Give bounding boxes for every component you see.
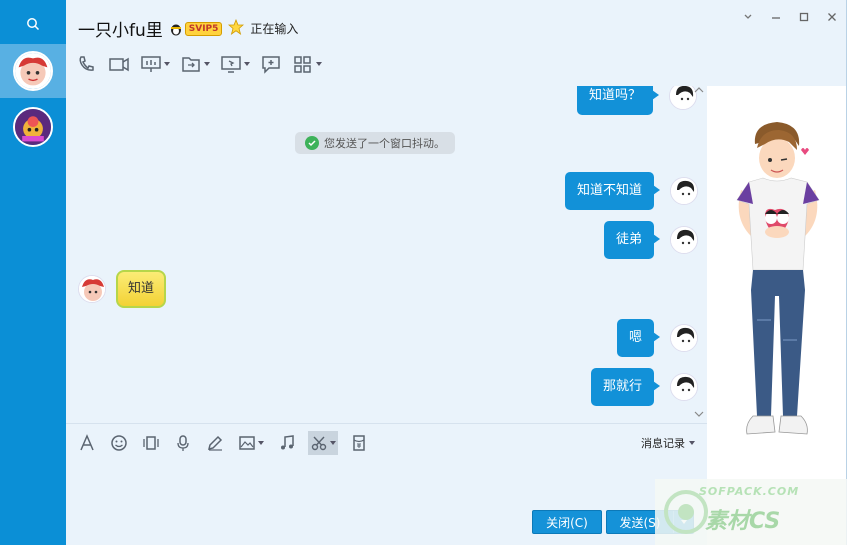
penguin-icon [170, 24, 181, 35]
close-icon[interactable] [825, 10, 839, 24]
scroll-up-icon[interactable] [693, 86, 705, 97]
avatar-show-figure[interactable] [723, 120, 833, 450]
avatar[interactable] [670, 324, 699, 352]
apps-icon [294, 56, 311, 73]
avatar[interactable] [78, 275, 106, 303]
doodle-button[interactable] [204, 431, 226, 455]
voice-message-button[interactable] [172, 431, 194, 455]
avatar[interactable] [670, 226, 699, 254]
sidebar [0, 0, 66, 545]
red-packet-icon [353, 435, 365, 451]
new-chat-icon [262, 56, 280, 74]
message-row: 那就行 [591, 368, 699, 406]
minimize-icon[interactable] [769, 10, 783, 24]
shake-button[interactable] [140, 431, 162, 455]
screen-share-icon [141, 56, 161, 72]
voice-call-button[interactable] [76, 52, 98, 76]
new-chat-button[interactable] [260, 52, 282, 76]
font-button[interactable] [76, 431, 98, 455]
music-icon [281, 435, 294, 450]
avatar [13, 51, 53, 91]
remote-assist-button[interactable] [220, 52, 250, 76]
page-title[interactable]: 一只小fu里 [78, 16, 163, 41]
message-list[interactable]: 知道吗？ 您发送了一个窗口抖动。 知道不知道 徒弟 知道 嗯 那就行 [66, 86, 707, 422]
chat-toolbar [76, 52, 322, 76]
music-button[interactable] [276, 431, 298, 455]
remote-assist-icon [221, 56, 241, 73]
screenshot-button[interactable] [308, 431, 338, 455]
search-icon [27, 18, 40, 31]
video-icon [109, 57, 129, 72]
input-area: 消息记录 关闭(C) 发送(S) [66, 423, 707, 545]
message-history-button[interactable]: 消息记录 [641, 435, 695, 451]
image-icon [239, 436, 255, 450]
voice-icon [177, 435, 189, 451]
font-icon [80, 434, 94, 451]
phone-icon [79, 56, 94, 71]
message-row: 知道 [78, 270, 167, 308]
sidebar-contact-2[interactable] [0, 100, 66, 154]
input-toolbar [76, 431, 370, 455]
chevron-down-icon[interactable] [741, 10, 755, 24]
apps-button[interactable] [292, 52, 322, 76]
message-bubble[interactable]: 知道吗？ [577, 86, 660, 115]
vip-badge[interactable]: SVIP5 [169, 21, 223, 36]
message-row: 徒弟 [604, 221, 699, 259]
maximize-icon[interactable] [797, 10, 811, 24]
scroll-down-icon[interactable] [693, 410, 705, 421]
watermark: SOFPACK.COM 素材CS [655, 479, 847, 545]
message-bubble[interactable]: 知道不知道 [565, 172, 661, 210]
message-bubble[interactable]: 知道 [116, 270, 167, 308]
sidebar-contact-1[interactable] [0, 44, 66, 98]
message-bubble[interactable]: 嗯 [617, 319, 661, 357]
video-call-button[interactable] [108, 52, 130, 76]
emoji-button[interactable] [108, 431, 130, 455]
search-button[interactable] [0, 8, 66, 40]
message-bubble[interactable]: 那就行 [591, 368, 661, 406]
avatar[interactable] [670, 373, 699, 401]
show-panel [707, 86, 846, 545]
image-button[interactable] [236, 431, 266, 455]
transfer-icon [182, 57, 200, 72]
system-notice: 您发送了一个窗口抖动。 [295, 132, 455, 154]
chat-header: 一只小fu里 SVIP5 正在输入 [66, 0, 847, 86]
scissors-icon [311, 436, 327, 451]
doodle-icon [207, 435, 223, 451]
shake-icon [143, 436, 159, 450]
transfer-file-button[interactable] [180, 52, 210, 76]
message-row: 嗯 [617, 319, 699, 357]
message-bubble[interactable]: 徒弟 [604, 221, 661, 259]
message-row: 知道吗？ [577, 86, 698, 115]
check-icon [305, 136, 319, 150]
typing-status: 正在输入 [250, 22, 299, 36]
star-icon[interactable] [228, 18, 245, 39]
screen-share-button[interactable] [140, 52, 170, 76]
red-packet-button[interactable] [348, 431, 370, 455]
avatar[interactable] [670, 177, 699, 205]
emoji-icon [111, 435, 127, 451]
close-button[interactable]: 关闭(C) [532, 510, 602, 534]
avatar [13, 107, 53, 147]
message-row: 知道不知道 [565, 172, 699, 210]
